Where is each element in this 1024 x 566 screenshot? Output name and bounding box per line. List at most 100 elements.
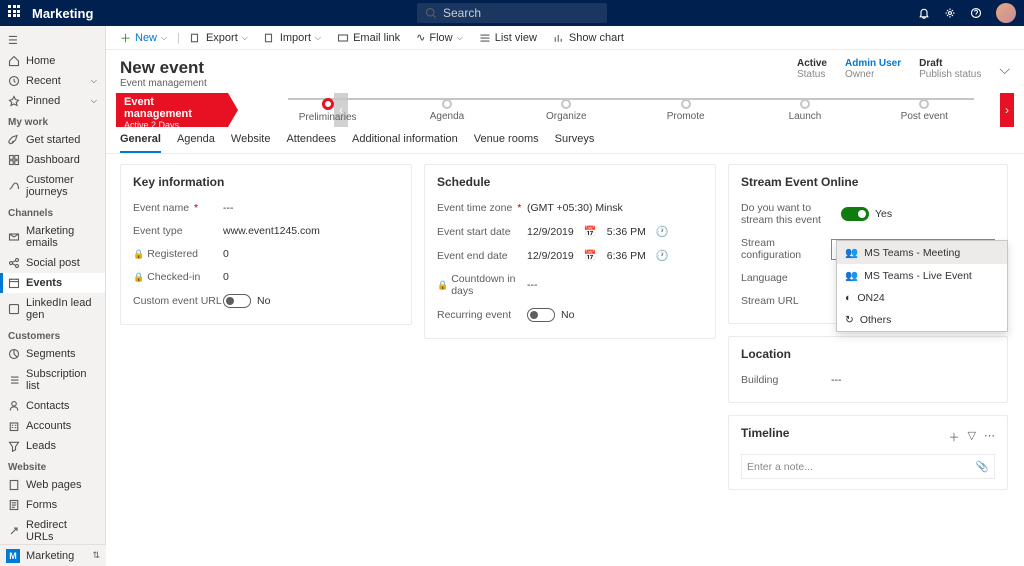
help-icon[interactable] [970, 7, 982, 19]
form-icon [8, 499, 20, 511]
cmd-export[interactable]: Export⌵ [184, 30, 254, 46]
search-placeholder: Search [443, 6, 481, 20]
tab-agenda[interactable]: Agenda [177, 127, 215, 153]
more-icon[interactable]: ⋯ [984, 429, 995, 445]
timeline-note-input[interactable]: Enter a note... 📎 [741, 454, 995, 479]
nav-recent[interactable]: Recent⌵ [0, 71, 105, 91]
cmd-new[interactable]: ＋New⌵ [114, 28, 173, 48]
cmd-show-chart[interactable]: Show chart [547, 30, 630, 46]
tab-surveys[interactable]: Surveys [555, 127, 595, 153]
dd-opt-others[interactable]: ↻Others [837, 309, 1007, 331]
nav-get-started[interactable]: Get started [0, 130, 105, 150]
flow-icon: ∿ [416, 31, 425, 44]
tab-venue-rooms[interactable]: Venue rooms [474, 127, 539, 153]
add-icon[interactable]: ＋ [949, 429, 960, 445]
stream-config-dropdown: 👥MS Teams - Meeting 👥MS Teams - Live Eve… [836, 240, 1008, 332]
area-badge: M [6, 549, 20, 563]
app-title: Marketing [32, 6, 93, 21]
field-end-date[interactable]: Event end date12/9/2019📅6:36 PM🕐 [437, 244, 703, 268]
toggle-recurring[interactable] [527, 308, 555, 322]
nav-forms[interactable]: Forms [0, 495, 105, 515]
stage-next-button[interactable]: › [1000, 93, 1014, 127]
updown-icon: ⇅ [92, 550, 100, 561]
nav-dashboard[interactable]: Dashboard [0, 150, 105, 170]
page-icon [8, 479, 20, 491]
cmd-email-link[interactable]: Email link [331, 30, 406, 46]
stage-post-event[interactable]: Post event [865, 99, 984, 122]
stage-organize[interactable]: Organize [507, 99, 626, 122]
status-publish: DraftPublish status [919, 58, 981, 80]
tab-general[interactable]: General [120, 127, 161, 153]
location-card: Location Building--- [728, 336, 1008, 403]
redirect-icon [8, 525, 20, 537]
nav-header-mywork: My work [0, 111, 105, 130]
clock-icon [8, 75, 20, 87]
nav-accounts[interactable]: Accounts [0, 416, 105, 436]
clock-icon[interactable]: 🕐 [656, 249, 669, 262]
location-title: Location [741, 347, 995, 361]
attachment-icon[interactable]: 📎 [976, 460, 989, 473]
nav-contacts[interactable]: Contacts [0, 396, 105, 416]
nav-subscription-list[interactable]: Subscription list [0, 364, 105, 396]
nav-marketing-emails[interactable]: Marketing emails [0, 221, 105, 253]
field-stream-want[interactable]: Do you want to stream this eventYes [741, 197, 995, 232]
nav-redirect-urls[interactable]: Redirect URLs [0, 515, 105, 544]
global-search[interactable]: Search [417, 3, 607, 23]
stage-preliminaries[interactable]: Preliminaries [268, 98, 387, 123]
field-event-name[interactable]: Event name*--- [133, 197, 399, 220]
cmd-import[interactable]: Import⌵ [258, 30, 327, 46]
cmd-flow[interactable]: ∿Flow⌵ [410, 29, 469, 46]
global-header: Marketing Search [0, 0, 1024, 26]
nav-web-pages[interactable]: Web pages [0, 475, 105, 495]
home-icon [8, 55, 20, 67]
field-building[interactable]: Building--- [741, 369, 995, 392]
stage-launch[interactable]: Launch [745, 99, 864, 122]
journey-icon [8, 180, 20, 192]
cmd-list-view[interactable]: List view [473, 30, 543, 46]
page-header: New event Event management ActiveStatus … [106, 50, 1024, 93]
tab-website[interactable]: Website [231, 127, 271, 153]
lock-icon: 🔒 [133, 272, 144, 283]
field-event-type[interactable]: Event typewww.event1245.com [133, 220, 399, 243]
nav-customer-journeys[interactable]: Customer journeys [0, 170, 105, 202]
contacts-icon [8, 400, 20, 412]
excel-import-icon [264, 32, 276, 44]
list-view-icon [479, 32, 491, 44]
nav-social-post[interactable]: Social post [0, 253, 105, 273]
toggle-custom-url[interactable] [223, 294, 251, 308]
expand-header-icon[interactable]: ⌵ [999, 61, 1010, 78]
main-area: ＋New⌵ | Export⌵ Import⌵ Email link ∿Flow… [106, 26, 1024, 544]
nav-events[interactable]: Events [0, 273, 105, 293]
nav-home[interactable]: Home [0, 51, 105, 71]
filter-icon[interactable]: ▽ [968, 429, 976, 445]
process-flag[interactable]: Event management Active 2 Days [116, 93, 228, 127]
calendar-icon[interactable]: 📅 [584, 249, 597, 262]
field-custom-event-url[interactable]: Custom event URLNo [133, 289, 399, 314]
field-timezone[interactable]: Event time zone*(GMT +05:30) Minsk [437, 197, 703, 220]
tab-attendees[interactable]: Attendees [286, 127, 336, 153]
toggle-stream[interactable] [841, 207, 869, 221]
field-recurring[interactable]: Recurring eventNo [437, 303, 703, 328]
nav-pinned[interactable]: Pinned⌵ [0, 91, 105, 111]
nav-leads[interactable]: Leads [0, 436, 105, 456]
nav-linkedin-lead-gen[interactable]: LinkedIn lead gen [0, 293, 105, 325]
dd-opt-on24[interactable]: ◐ON24 [837, 287, 1007, 309]
hamburger-icon[interactable]: ☰ [0, 30, 105, 51]
clock-icon[interactable]: 🕐 [656, 225, 669, 238]
tab-additional-info[interactable]: Additional information [352, 127, 458, 153]
app-launcher-icon[interactable] [8, 5, 24, 21]
bell-icon[interactable] [918, 7, 930, 19]
stage-agenda[interactable]: Agenda [387, 99, 506, 122]
dd-opt-teams-live[interactable]: 👥MS Teams - Live Event [837, 264, 1007, 287]
stage-promote[interactable]: Promote [626, 99, 745, 122]
nav-header-channels: Channels [0, 202, 105, 221]
status-owner[interactable]: Admin UserOwner [845, 58, 901, 80]
gear-icon[interactable] [944, 7, 956, 19]
field-start-date[interactable]: Event start date12/9/2019📅5:36 PM🕐 [437, 220, 703, 244]
user-avatar[interactable] [996, 3, 1016, 23]
dd-opt-teams-meeting[interactable]: 👥MS Teams - Meeting [837, 241, 1007, 264]
nav-segments[interactable]: Segments [0, 344, 105, 364]
calendar-icon[interactable]: 📅 [584, 225, 597, 238]
nav-header-customers: Customers [0, 325, 105, 344]
area-switcher[interactable]: M Marketing ⇅ [0, 544, 106, 566]
